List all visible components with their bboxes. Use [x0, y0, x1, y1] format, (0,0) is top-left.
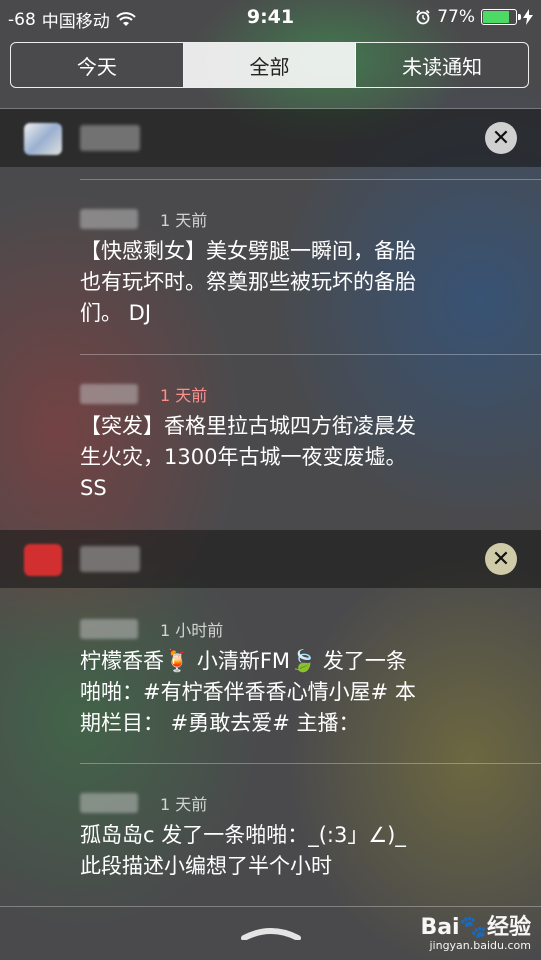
tab-today[interactable]: 今天 [11, 43, 184, 87]
list-item[interactable]: 1 天前 【突发】香格里拉古城四方街凌晨发 生火灾，1300年古城一夜变废墟。 … [80, 381, 512, 504]
sender-blurred [80, 619, 138, 639]
item-meta: 1 天前 [80, 381, 512, 407]
sender-blurred [80, 384, 138, 404]
status-bar: -68 中国移动 9:41 77% [0, 0, 541, 36]
section-header: ✕ [0, 109, 541, 167]
item-meta: 1 天前 [80, 206, 512, 232]
tab-all[interactable]: 全部 [183, 43, 357, 87]
app-name-blurred [80, 125, 140, 151]
divider [80, 354, 541, 355]
app-icon [24, 544, 62, 576]
item-meta: 1 天前 [80, 790, 512, 816]
status-right: 77% [415, 7, 533, 27]
sender-blurred [80, 209, 138, 229]
chevron-up-icon[interactable] [240, 926, 302, 940]
list-item[interactable]: 1 小时前 柠檬香香🍹 小清新FM🍃 发了一条 啪啪：#有柠香伴香香心情小屋# … [80, 616, 512, 739]
alarm-icon [416, 9, 430, 25]
battery-percent: 77% [437, 7, 475, 27]
close-icon[interactable]: ✕ [485, 122, 517, 154]
close-icon[interactable]: ✕ [485, 543, 517, 575]
watermark-logo: Bai🐾经验 [420, 915, 531, 940]
list-item[interactable]: 1 天前 孤岛岛c 发了一条啪啪：_(:3」∠)_ 此段描述小编想了半个小时 [80, 790, 512, 882]
divider [80, 763, 541, 764]
app-name-blurred [80, 546, 140, 572]
item-time: 1 小时前 [160, 621, 224, 640]
list-item[interactable]: 1 天前 【快感剩女】美女劈腿一瞬间，备胎 也有玩坏时。祭奠那些被玩坏的备胎 们… [80, 206, 512, 329]
app-icon [24, 123, 62, 155]
item-time: 1 天前 [160, 795, 208, 814]
item-time: 1 天前 [160, 386, 208, 405]
tab-unread[interactable]: 未读通知 [356, 43, 528, 87]
sender-blurred [80, 793, 138, 813]
item-message: 孤岛岛c 发了一条啪啪：_(:3」∠)_ 此段描述小编想了半个小时 [80, 823, 406, 878]
battery-fill [483, 11, 510, 23]
battery-icon [481, 9, 521, 25]
item-meta: 1 小时前 [80, 616, 512, 642]
watermark-url: jingyan.baidu.com [429, 939, 531, 952]
bolt-icon [523, 9, 533, 25]
item-message: 【快感剩女】美女劈腿一瞬间，备胎 也有玩坏时。祭奠那些被玩坏的备胎 们。 DJ [80, 239, 416, 325]
item-message: 【突发】香格里拉古城四方街凌晨发 生火灾，1300年古城一夜变废墟。 SS [80, 414, 416, 500]
watermark: Bai🐾经验 jingyan.baidu.com [420, 909, 531, 952]
section-header: ✕ [0, 530, 541, 588]
item-time: 1 天前 [160, 211, 208, 230]
notification-tabs: 今天 全部 未读通知 [10, 42, 529, 88]
divider [0, 906, 541, 907]
item-message: 柠檬香香🍹 小清新FM🍃 发了一条 啪啪：#有柠香伴香香心情小屋# 本 期栏目：… [80, 649, 416, 735]
divider [80, 179, 541, 180]
